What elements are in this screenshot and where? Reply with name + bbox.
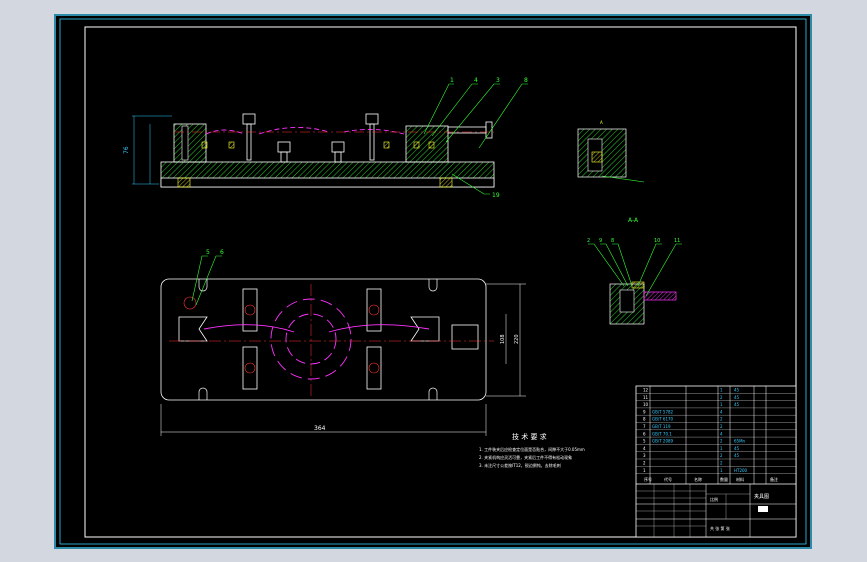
bom-cell-no: 11 [643,395,649,400]
drawing-name: 夹具图 [754,493,769,500]
dim-length: 364 [314,425,326,432]
section-part-2: 2 [587,238,590,244]
side-detail-view: A [577,120,645,183]
tech-title: 技 术 要 求 [512,432,547,441]
bom-cell-code: GB/T 2089 [652,439,674,444]
bom-header-qty: 数量 [720,476,728,482]
part-label-19: 19 [492,192,500,199]
part-label-4: 4 [474,77,478,84]
section-part-8: 8 [611,238,614,244]
bom-cell-no: 10 [643,402,649,407]
bom-cell-code: GB/T 70.1 [652,431,672,436]
bom-table: 12 1 4511 2 4510 1 459 GB/T 5782 48 GB/T 6170 27 GB… [635,385,797,538]
dim-width-1: 108 [500,334,506,344]
tech-item-2: 2. 夹紧机构应灵活可靠，夹紧后工件不得有松动现象 [479,454,572,460]
section-a-a: A-A 2 9 8 10 11 [587,217,682,325]
scale-label: 比例 [710,496,718,502]
section-part-9: 9 [599,238,602,244]
part-label-8: 8 [524,77,528,84]
tech-requirements: 技 术 要 求 1. 工件装夹后应检查定位面是否贴合，间隙不大于0.05mm 2… [479,432,585,468]
tech-item-1: 1. 工件装夹后应检查定位面是否贴合，间隙不大于0.05mm [479,446,585,452]
front-view: 76 1 4 3 8 19 [123,77,528,199]
sheet-label: 共 张 第 张 [710,525,730,531]
section-part-11: 11 [674,238,680,244]
bom-cell-code: GB/T 5782 [652,409,674,414]
part-label-1: 1 [450,77,454,84]
bom-cell-code: GB/T 6170 [652,417,674,422]
side-detail-note: A [600,120,603,125]
dim-width-2: 220 [514,334,520,344]
bom-header-no: 序号 [644,476,652,482]
bom-cell-code: GB/T 119 [652,424,671,429]
part-label-3: 3 [496,77,500,84]
cad-drawing: 76 1 4 3 8 19 364 108 220 5 6 A A-A 2 9 … [59,18,807,545]
section-label: A-A [628,217,639,224]
part-label-5: 5 [206,249,210,256]
bom-cell-mat: 45 [734,388,740,393]
bom-cell-mat: 65Mn [734,439,746,444]
bom-cell-no: 12 [643,388,649,393]
bom-cell-mat: 45 [734,446,740,451]
bom-cell-mat: 45 [734,453,740,458]
tech-item-3: 3. 未注尺寸公差按IT12，锐边倒钝，去除毛刺 [479,462,561,468]
bom-cell-mat: 45 [734,395,740,400]
dim-height-front: 76 [123,146,130,154]
bom-header-mat: 材料 [736,476,744,482]
top-view: 364 108 220 5 6 [160,249,526,436]
part-label-6: 6 [220,249,224,256]
bom-header-name: 名称 [694,476,702,482]
bom-cell-mat: 45 [734,402,740,407]
bom-header-code: 代号 [664,476,672,482]
bom-cell-mat: HT200 [734,468,748,473]
section-part-10: 10 [654,238,660,244]
drawing-sheet: 76 1 4 3 8 19 364 108 220 5 6 A A-A 2 9 … [54,14,812,549]
bom-header-note: 备注 [770,476,778,482]
